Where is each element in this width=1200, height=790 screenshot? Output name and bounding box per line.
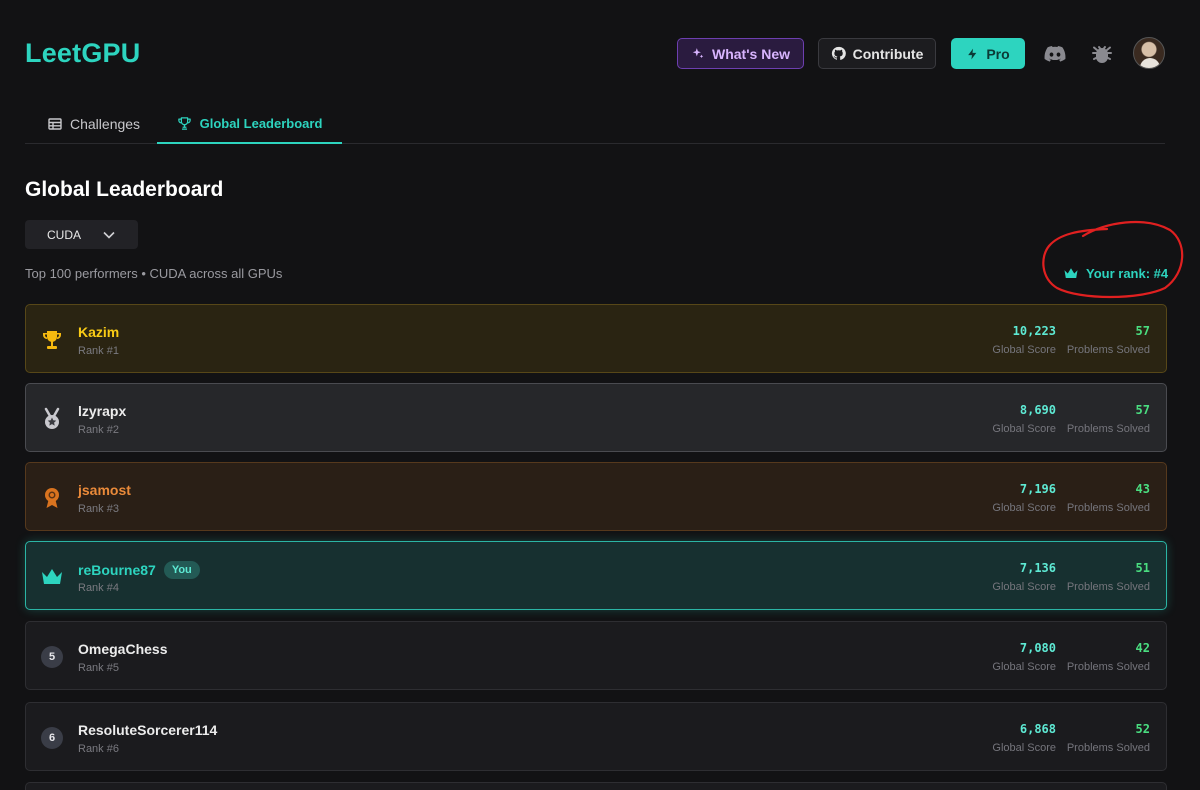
global-score: 6,868	[1019, 722, 1056, 736]
problems-solved: 43	[1135, 482, 1150, 496]
global-score: 7,196	[1019, 482, 1056, 496]
problems-solved-label: Problems Solved	[1066, 344, 1150, 356]
sparkles-icon	[692, 47, 704, 58]
rank-label: Rank #4	[78, 582, 119, 594]
problems-solved: 57	[1135, 403, 1150, 417]
leaderboard-row[interactable]: Kazim Rank #1 10,223 57 Global Score Pro…	[25, 304, 1167, 373]
problems-solved: 51	[1135, 561, 1150, 575]
global-score: 10,223	[1012, 324, 1056, 338]
user-avatar[interactable]	[1133, 37, 1165, 69]
crown-icon	[1064, 268, 1078, 279]
rank-label: Rank #3	[78, 503, 119, 515]
global-score-label: Global Score	[992, 502, 1056, 514]
page-title: Global Leaderboard	[25, 178, 224, 201]
you-badge: You	[163, 561, 200, 579]
discord-icon[interactable]	[1043, 42, 1067, 66]
row-icon	[40, 486, 64, 510]
problems-solved-label: Problems Solved	[1066, 581, 1150, 593]
username[interactable]: Kazim	[78, 324, 119, 340]
leaderboard-row[interactable]: 5 OmegaChess Rank #5 7,080 42 Global Sco…	[25, 621, 1167, 690]
username[interactable]: lzyrapx	[78, 403, 126, 419]
pro-button[interactable]: Pro	[951, 38, 1025, 69]
bug-icon[interactable]	[1090, 42, 1114, 66]
pro-label: Pro	[986, 45, 1010, 62]
rank-label: Rank #6	[78, 743, 119, 755]
global-score-label: Global Score	[992, 423, 1056, 435]
problems-solved-label: Problems Solved	[1066, 661, 1150, 673]
row-icon	[40, 407, 64, 431]
global-score: 8,690	[1019, 403, 1056, 417]
problems-solved: 52	[1135, 722, 1150, 736]
username[interactable]: ResoluteSorcerer114	[78, 722, 217, 738]
rank-label: Rank #1	[78, 345, 119, 357]
your-rank-label: Your rank: #4	[1086, 266, 1169, 281]
bronze-award-icon	[45, 488, 59, 508]
tab-challenges-label: Challenges	[70, 116, 141, 132]
lightning-icon	[968, 48, 977, 59]
table-icon	[48, 118, 62, 130]
rank-number-badge: 6	[41, 727, 63, 749]
whats-new-button[interactable]: What's New	[677, 38, 804, 69]
trophy-icon	[177, 116, 191, 130]
global-score: 7,080	[1019, 641, 1056, 655]
language-select[interactable]: CUDA	[25, 220, 138, 249]
leaderboard-row[interactable]: lzyrapx Rank #2 8,690 57 Global Score Pr…	[25, 383, 1167, 452]
leaderboard-row-partial[interactable]	[25, 782, 1167, 790]
silver-medal-icon	[44, 407, 60, 429]
language-select-value: CUDA	[47, 227, 82, 242]
tab-bar: Challenges Global Leaderboard	[25, 104, 1165, 144]
tab-global-leaderboard[interactable]: Global Leaderboard	[157, 104, 342, 144]
trophy-icon	[43, 331, 61, 349]
problems-solved-label: Problems Solved	[1066, 423, 1150, 435]
global-score-label: Global Score	[992, 661, 1056, 673]
tab-global-label: Global Leaderboard	[199, 115, 323, 131]
leaderboard-row[interactable]: jsamost Rank #3 7,196 43 Global Score Pr…	[25, 462, 1167, 531]
problems-solved-label: Problems Solved	[1066, 742, 1150, 754]
username[interactable]: jsamost	[78, 482, 131, 498]
leaderboard-subtitle: Top 100 performers • CUDA across all GPU…	[25, 266, 283, 281]
rank-label: Rank #2	[78, 424, 119, 436]
crown-icon	[42, 569, 62, 584]
problems-solved: 57	[1135, 324, 1150, 338]
row-icon	[40, 328, 64, 352]
rank-label: Rank #5	[78, 662, 119, 674]
global-score-label: Global Score	[992, 742, 1056, 754]
global-score: 7,136	[1019, 561, 1056, 575]
github-icon	[831, 46, 846, 60]
global-score-label: Global Score	[992, 344, 1056, 356]
red-annotation-circle	[1042, 220, 1184, 299]
username[interactable]: reBourne87 You	[78, 561, 200, 579]
problems-solved: 42	[1135, 641, 1150, 655]
whats-new-label: What's New	[711, 45, 790, 62]
problems-solved-label: Problems Solved	[1066, 502, 1150, 514]
leaderboard-row[interactable]: 6 ResoluteSorcerer114 Rank #6 6,868 52 G…	[25, 702, 1167, 771]
row-icon	[40, 565, 64, 589]
row-icon: 5	[40, 645, 64, 669]
contribute-label: Contribute	[852, 45, 924, 62]
row-icon: 6	[40, 726, 64, 750]
global-score-label: Global Score	[992, 581, 1056, 593]
your-rank[interactable]: Your rank: #4	[1063, 266, 1168, 281]
tab-challenges[interactable]: Challenges	[48, 104, 140, 144]
chevron-down-icon	[103, 231, 115, 239]
rank-number-badge: 5	[41, 646, 63, 668]
app-logo[interactable]: LeetGPU	[25, 38, 140, 69]
username[interactable]: OmegaChess	[78, 641, 167, 657]
contribute-button[interactable]: Contribute	[818, 38, 936, 69]
leaderboard-row-current-user[interactable]: reBourne87 You Rank #4 7,136 51 Global S…	[25, 541, 1167, 610]
